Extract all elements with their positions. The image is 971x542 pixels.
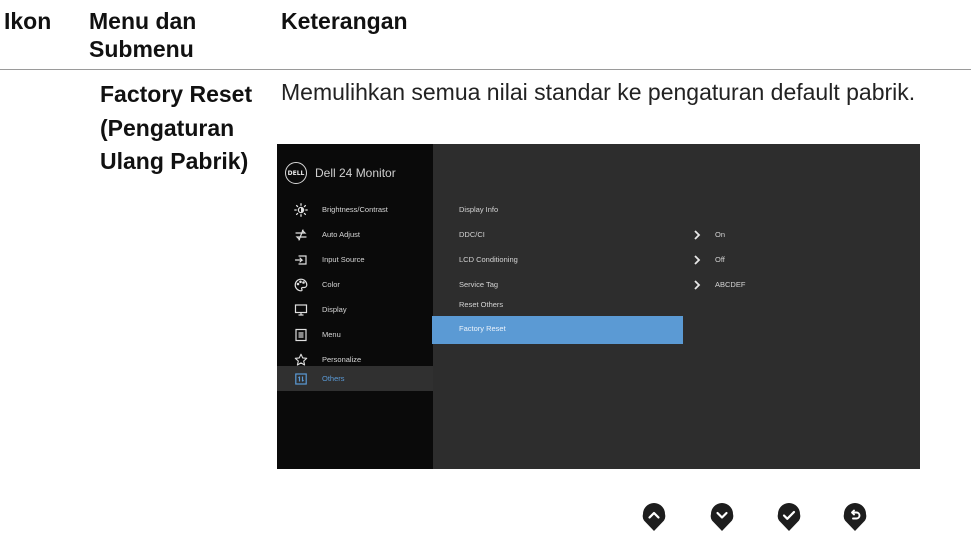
- menu-item-auto-adjust[interactable]: Auto Adjust: [277, 223, 433, 246]
- menu-item-brightness-contrast[interactable]: Brightness/Contrast: [277, 198, 433, 221]
- menu-item-display[interactable]: Display: [277, 298, 433, 321]
- menu-item-label: Personalize: [322, 355, 362, 364]
- up-icon[interactable]: [642, 502, 666, 532]
- submenu-lcd-conditioning[interactable]: LCD Conditioning: [459, 254, 518, 266]
- menu-item-label: Brightness/Contrast: [322, 205, 388, 214]
- submenu-service-tag[interactable]: Service Tag: [459, 279, 498, 291]
- menu-item-label: Menu: [322, 330, 341, 339]
- others-icon: [294, 372, 308, 386]
- menu-item-menu[interactable]: Menu: [277, 323, 433, 346]
- osd-brand: DELL Dell 24 Monitor: [285, 162, 396, 184]
- chevron-right-icon: [694, 230, 701, 240]
- chevron-right-icon: [694, 255, 701, 265]
- submenu-ddc-ci[interactable]: DDC/CI: [459, 229, 485, 241]
- check-icon[interactable]: [777, 502, 801, 532]
- header-icon-column: Ikon: [4, 8, 52, 34]
- auto-adjust-icon: [294, 228, 308, 242]
- header-divider: [0, 69, 971, 70]
- osd-panel: DELL Dell 24 Monitor Brightness/Contrast…: [277, 144, 920, 469]
- dell-logo: DELL: [285, 162, 307, 184]
- chevron-right-icon: [694, 280, 701, 290]
- brightness-icon: [294, 202, 308, 217]
- menu-item-label: Others: [322, 374, 345, 383]
- color-palette-icon: [294, 278, 308, 292]
- submenu-display-info[interactable]: Display Info: [459, 204, 498, 216]
- menu-item-label: Display: [322, 305, 347, 314]
- service-tag-value: ABCDEF: [715, 280, 746, 289]
- item-description: Memulihkan semua nilai standar ke pengat…: [281, 79, 916, 105]
- item-title: Factory Reset (Pengaturan Ulang Pabrik): [100, 81, 253, 174]
- ddc-ci-value: On: [715, 230, 726, 239]
- input-source-icon: [294, 253, 308, 267]
- menu-item-label: Input Source: [322, 255, 365, 264]
- submenu-factory-reset-label: Factory Reset: [459, 324, 506, 333]
- header-menu-column: Menu dan Submenu: [89, 8, 197, 62]
- monitor-name: Dell 24 Monitor: [315, 166, 396, 180]
- menu-item-label: Auto Adjust: [322, 230, 360, 239]
- display-icon: [294, 303, 308, 317]
- lcd-conditioning-value: Off: [715, 255, 725, 264]
- menu-item-color[interactable]: Color: [277, 273, 433, 296]
- menu-item-others[interactable]: Others: [277, 366, 433, 391]
- submenu-reset-others[interactable]: Reset Others: [459, 299, 503, 311]
- star-icon: [294, 353, 308, 367]
- header-description-column: Keterangan: [281, 8, 408, 34]
- osd-sidebar: DELL Dell 24 Monitor Brightness/Contrast…: [277, 144, 433, 469]
- down-icon[interactable]: [710, 502, 734, 532]
- menu-item-label: Color: [322, 280, 340, 289]
- submenu-factory-reset[interactable]: Factory Reset: [432, 316, 683, 344]
- menu-icon: [294, 328, 308, 342]
- back-icon[interactable]: [843, 502, 867, 532]
- menu-item-input-source[interactable]: Input Source: [277, 248, 433, 271]
